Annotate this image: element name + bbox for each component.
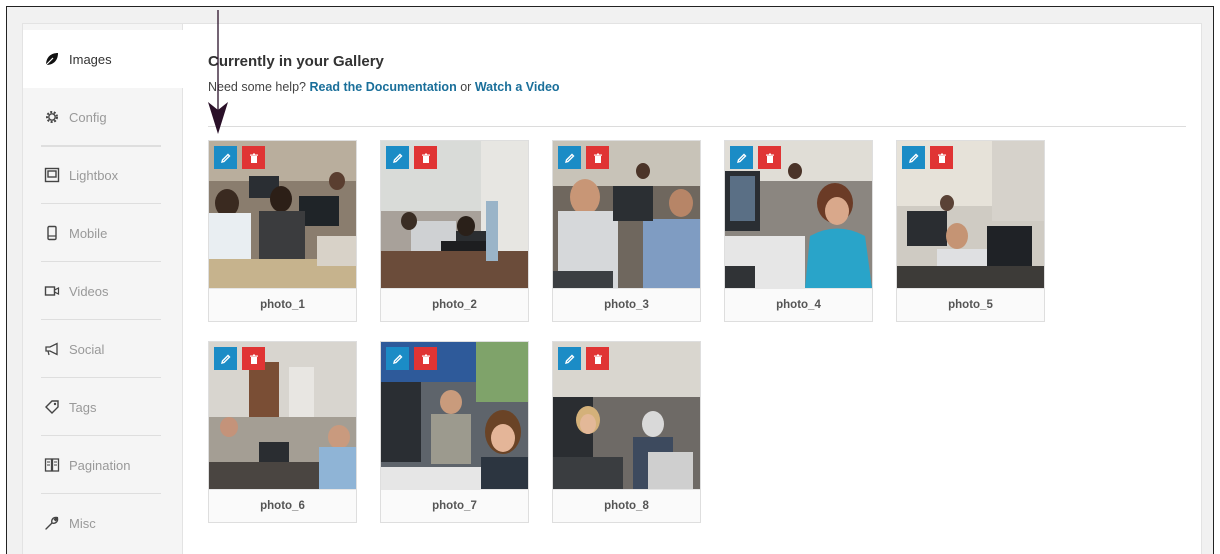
photo-caption: photo_3 [553,288,700,321]
tab-label: Social [69,341,105,357]
tab-tags[interactable]: Tags [23,378,183,436]
pagination-icon [43,456,61,474]
gallery-item[interactable]: photo_8 [552,341,701,523]
video-icon [43,282,61,300]
page-title: Currently in your Gallery [208,53,384,70]
gallery-item[interactable]: photo_6 [208,341,357,523]
trash-icon [593,153,602,163]
edit-button[interactable] [558,146,581,169]
tab-pagination[interactable]: Pagination [23,436,183,494]
edit-button[interactable] [386,146,409,169]
leaf-icon [43,50,61,68]
window-frame: Images Config Lightbox Mobile Videos Soc… [6,6,1214,554]
edit-button[interactable] [386,347,409,370]
delete-button[interactable] [758,146,781,169]
tab-label: Mobile [69,225,108,241]
photo-caption: photo_1 [209,288,356,321]
tab-social[interactable]: Social [23,320,183,378]
divider [208,126,1186,127]
help-prefix: Need some help? [208,80,306,94]
delete-button[interactable] [242,347,265,370]
megaphone-icon [43,340,61,358]
mobile-icon [43,224,61,242]
photo-caption: photo_8 [553,489,700,522]
trash-icon [249,153,258,163]
delete-button[interactable] [930,146,953,169]
photo-caption: photo_5 [897,288,1044,321]
tab-images[interactable]: Images [23,30,184,88]
pencil-icon [392,354,402,364]
tab-mobile[interactable]: Mobile [23,204,183,262]
edit-button[interactable] [902,146,925,169]
edit-button[interactable] [730,146,753,169]
pencil-icon [736,153,746,163]
pencil-icon [564,153,574,163]
gallery-item[interactable]: photo_7 [380,341,529,523]
watch-video-link[interactable]: Watch a Video [475,80,560,94]
documentation-link[interactable]: Read the Documentation [309,80,456,94]
wrench-icon [43,514,61,532]
tab-label: Misc [69,515,96,531]
edit-button[interactable] [214,146,237,169]
tab-label: Videos [69,283,109,299]
tab-lightbox[interactable]: Lightbox [23,146,183,204]
tag-icon [43,398,61,416]
trash-icon [765,153,774,163]
trash-icon [593,354,602,364]
tab-label: Pagination [69,457,131,473]
pencil-icon [220,153,230,163]
trash-icon [937,153,946,163]
trash-icon [421,153,430,163]
gear-icon [43,108,61,126]
tab-label: Tags [69,399,97,415]
gallery-settings-panel: Images Config Lightbox Mobile Videos Soc… [22,23,1202,554]
edit-button[interactable] [214,347,237,370]
photo-caption: photo_6 [209,489,356,522]
pencil-icon [564,354,574,364]
tab-videos[interactable]: Videos [23,262,183,320]
tab-config[interactable]: Config [23,88,183,146]
gallery-item[interactable]: photo_2 [380,140,529,322]
pencil-icon [908,153,918,163]
gallery-item[interactable]: photo_1 [208,140,357,322]
delete-button[interactable] [242,146,265,169]
photo-caption: photo_2 [381,288,528,321]
delete-button[interactable] [414,146,437,169]
gallery-item[interactable]: photo_4 [724,140,873,322]
settings-sidebar: Images Config Lightbox Mobile Videos Soc… [23,24,184,554]
gallery-item[interactable]: photo_5 [896,140,1045,322]
pencil-icon [392,153,402,163]
tab-label: Lightbox [69,167,119,183]
delete-button[interactable] [414,347,437,370]
trash-icon [421,354,430,364]
photo-caption: photo_4 [725,288,872,321]
tab-misc[interactable]: Misc [23,494,183,552]
delete-button[interactable] [586,347,609,370]
tab-label: Images [69,51,112,67]
help-or: or [460,80,472,94]
edit-button[interactable] [558,347,581,370]
help-line: Need some help? Read the Documentation o… [208,80,560,94]
tab-label: Config [69,109,107,125]
photo-caption: photo_7 [381,489,528,522]
delete-button[interactable] [586,146,609,169]
gallery-content: Currently in your Gallery Need some help… [203,24,1201,554]
lightbox-icon [43,166,61,184]
gallery-item[interactable]: photo_3 [552,140,701,322]
trash-icon [249,354,258,364]
pencil-icon [220,354,230,364]
